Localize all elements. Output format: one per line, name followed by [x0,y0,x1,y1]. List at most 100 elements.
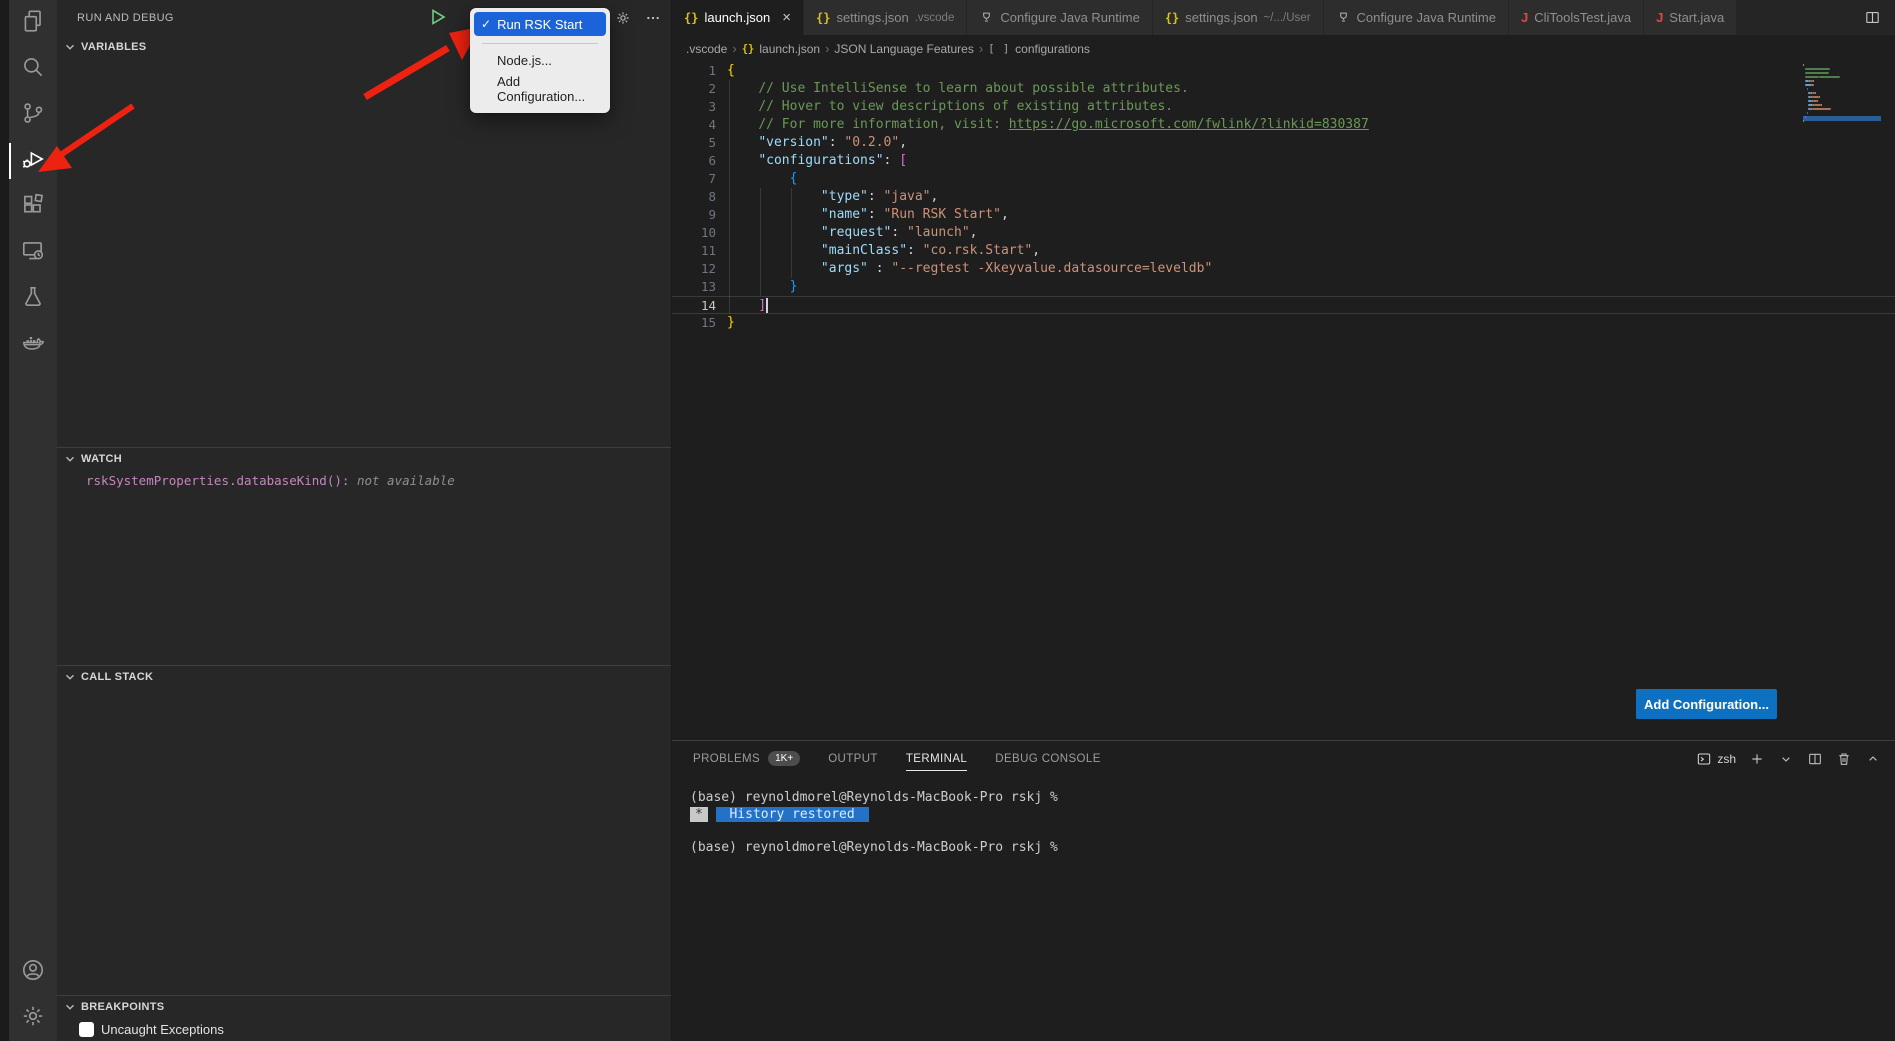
activity-bar-item-testing[interactable] [9,276,57,322]
menu-item-node-js[interactable]: Node.js... [470,50,610,71]
code-line-1[interactable]: 1{ [672,62,1895,80]
code-line-5[interactable]: 5 "version": "0.2.0", [672,134,1895,152]
uncaught-exceptions-checkbox[interactable] [79,1022,94,1037]
start-debugging-icon[interactable] [429,8,447,29]
terminal-output[interactable]: (base) reynoldmorel@Reynolds-MacBook-Pro… [672,776,1895,1041]
activity-bar-item-docker[interactable] [9,322,57,368]
launch-config-dropdown-menu: ✓ Run RSK Start Node.js...Add Configurat… [470,8,610,113]
code-line-9[interactable]: 9 "name": "Run RSK Start", [672,206,1895,224]
kill-terminal-icon[interactable] [1836,751,1852,767]
settings-icon [20,1003,46,1034]
watch-expression: rskSystemProperties.databaseKind(): [86,473,349,488]
split-terminal-icon[interactable] [1807,751,1823,767]
add-configuration-button[interactable]: Add Configuration... [1636,689,1777,719]
terminal-line [690,823,1895,840]
activity-bar-item-search[interactable] [9,46,57,92]
tab-launch-json[interactable]: {}launch.json× [672,0,804,35]
breadcrumb-item[interactable]: .vscode [686,42,727,56]
activity-bar-item-explorer[interactable] [9,0,57,46]
line-number: 7 [672,170,716,188]
menu-item-add-configuration[interactable]: Add Configuration... [470,71,610,107]
minimap-line [1803,84,1881,87]
code-line-14[interactable]: 14 ] [672,296,1895,314]
code-line-8[interactable]: 8 "type": "java", [672,188,1895,206]
tab-configure-java-runtime[interactable]: Configure Java Runtime [1324,0,1509,35]
tab-start-java[interactable]: JStart.java [1644,0,1737,35]
code-line-7[interactable]: 7 { [672,170,1895,188]
minimap-current-line-marker [1803,116,1881,121]
activity-bar-item-run-and-debug[interactable] [9,138,57,184]
line-content: "type": "java", [716,188,938,206]
java-runtime-icon [1336,10,1351,25]
tab-settings-json[interactable]: {}settings.json.vscode [804,0,967,35]
json-file-icon: {} [816,11,830,25]
terminal-line: (base) reynoldmorel@Reynolds-MacBook-Pro… [690,790,1895,807]
source-control-icon [20,100,46,131]
code-line-3[interactable]: 3 // Hover to view descriptions of exist… [672,98,1895,116]
activity-bar-top [9,0,57,368]
activity-bar-item-remote-explorer[interactable] [9,230,57,276]
explorer-icon [20,8,46,39]
code-line-2[interactable]: 2 // Use IntelliSense to learn about pos… [672,80,1895,98]
line-number: 4 [672,116,716,134]
code-line-13[interactable]: 13 } [672,278,1895,296]
new-terminal-icon[interactable] [1749,751,1765,767]
java-file-icon: J [1521,10,1528,25]
maximize-panel-icon[interactable] [1865,751,1881,767]
split-editor-icon[interactable] [1864,9,1881,26]
chevron-down-icon [63,670,77,684]
panel-tab-debug-console[interactable]: DEBUG CONSOLE [995,741,1101,776]
panel-tab-problems[interactable]: PROBLEMS1K+ [693,741,800,776]
panel-tab-output[interactable]: OUTPUT [828,741,878,776]
minimap[interactable] [1803,64,1881,128]
tab-label: Configure Java Runtime [1000,10,1139,25]
code-line-10[interactable]: 10 "request": "launch", [672,224,1895,242]
editor-actions [1850,0,1895,35]
more-actions-icon[interactable] [645,10,661,26]
activity-bar-item-extensions[interactable] [9,184,57,230]
run-and-debug-sidebar: RUN AND DEBUG VARIABLES [57,0,672,1041]
activity-bar-item-settings[interactable] [9,995,57,1041]
problems-count-badge: 1K+ [768,751,800,766]
tab-clitoolstest-java[interactable]: JCliToolsTest.java [1509,0,1644,35]
breadcrumb-item[interactable]: JSON Language Features [834,42,973,56]
breadcrumb-item[interactable]: launch.json [759,42,820,56]
line-number: 14 [672,297,716,313]
code-line-11[interactable]: 11 "mainClass": "co.rsk.Start", [672,242,1895,260]
watch-expression-row[interactable]: rskSystemProperties.databaseKind(): not … [57,469,671,488]
activity-bar [9,0,57,1041]
editor-area: {}launch.json×{}settings.json.vscodeConf… [672,0,1895,1041]
line-number: 2 [672,80,716,98]
close-icon[interactable]: × [782,10,791,25]
tab-configure-java-runtime[interactable]: Configure Java Runtime [967,0,1152,35]
java-runtime-icon [979,10,994,25]
code-line-12[interactable]: 12 "args" : "--regtest -Xkeyvalue.dataso… [672,260,1895,278]
code-line-4[interactable]: 4 // For more information, visit: https:… [672,116,1895,134]
code-line-6[interactable]: 6 "configurations": [ [672,152,1895,170]
json-file-icon: {} [1165,11,1179,25]
chevron-down-icon[interactable] [1778,751,1794,767]
minimap-line [1803,80,1881,83]
call-stack-section-header[interactable]: CALL STACK [57,665,671,687]
breadcrumb-item[interactable]: configurations [1015,42,1090,56]
minimap-line [1803,64,1881,67]
line-content: } [716,314,735,332]
watch-section-header[interactable]: WATCH [57,447,671,469]
line-content: { [716,62,735,80]
gear-icon[interactable] [615,10,631,26]
code-line-15[interactable]: 15} [672,314,1895,332]
minimap-line [1803,112,1881,115]
code-editor[interactable]: 1{2 // Use IntelliSense to learn about p… [672,62,1895,740]
activity-bar-item-accounts[interactable] [9,949,57,995]
panel-tab-terminal[interactable]: TERMINAL [906,741,967,776]
line-number: 3 [672,98,716,116]
shell-selector[interactable]: zsh [1696,751,1736,767]
breakpoints-section-header[interactable]: BREAKPOINTS [57,995,671,1017]
minimap-line [1803,88,1881,91]
activity-bar-item-source-control[interactable] [9,92,57,138]
shell-label: zsh [1717,752,1736,766]
menu-item-selected[interactable]: ✓ Run RSK Start [474,12,606,36]
code-lines: 1{2 // Use IntelliSense to learn about p… [672,62,1895,332]
tab-settings-json[interactable]: {}settings.json~/.../User [1153,0,1324,35]
array-symbol-icon: [ ] [988,43,1010,55]
